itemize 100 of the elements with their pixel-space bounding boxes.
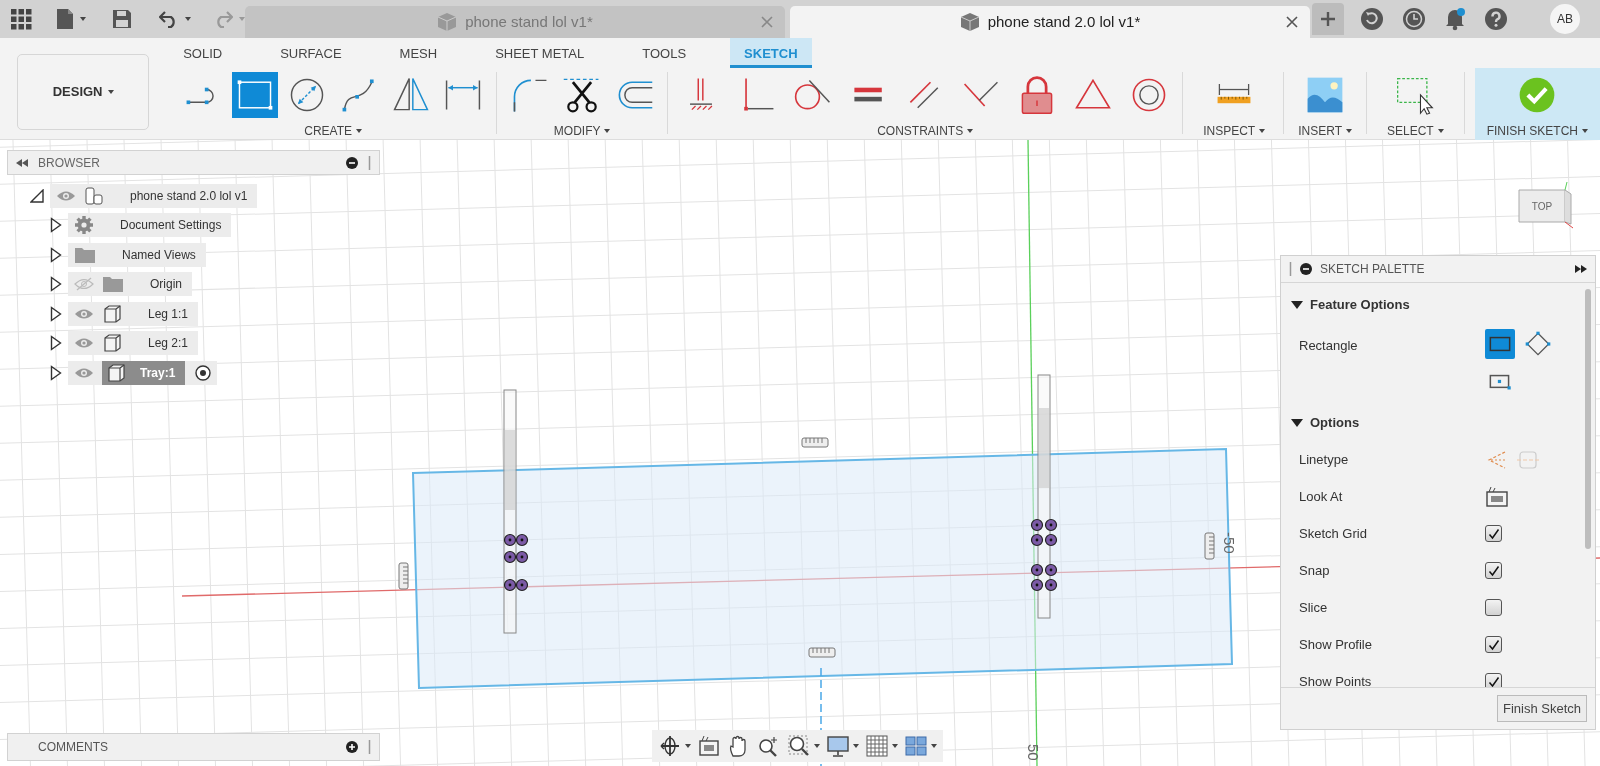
sketch-point[interactable]	[503, 550, 517, 564]
axis-label: -50	[1221, 532, 1238, 554]
expand-triangle-icon[interactable]	[50, 276, 62, 293]
look-at-icon[interactable]	[1485, 485, 1509, 508]
clock-icon[interactable]	[1402, 7, 1426, 31]
workspace-menu-button[interactable]: DESIGN	[17, 54, 150, 130]
minus-circle-icon[interactable]	[346, 156, 358, 169]
monitor-icon[interactable]	[826, 734, 850, 758]
option-label: Show Profile	[1299, 635, 1373, 654]
sketch-point[interactable]	[503, 533, 517, 547]
new-tab-button[interactable]	[1312, 3, 1344, 35]
sketch-point[interactable]	[1030, 533, 1044, 547]
grid-icon[interactable]	[865, 734, 889, 758]
active-target-icon[interactable]	[195, 364, 212, 381]
checkbox[interactable]	[1485, 562, 1502, 579]
finish-sketch-button[interactable]: Finish Sketch	[1496, 694, 1587, 723]
tree-item-label: Origin	[149, 276, 183, 294]
sketch-point[interactable]	[1044, 533, 1058, 547]
expand-triangle-icon[interactable]	[50, 246, 62, 263]
scrollbar-thumb[interactable]	[1585, 289, 1591, 549]
close-icon[interactable]	[1286, 16, 1298, 28]
sketch-point[interactable]	[503, 578, 517, 592]
checkbox[interactable]	[1485, 525, 1502, 542]
plus-icon	[1320, 11, 1336, 27]
expand-triangle-icon[interactable]	[50, 364, 62, 381]
group-menu-button[interactable]: FINISH SKETCH	[1486, 122, 1588, 140]
tree-item[interactable]: Origin	[68, 272, 192, 297]
checkbox[interactable]	[1485, 673, 1502, 687]
look-at-icon[interactable]	[697, 734, 721, 758]
tree-item-label: Tray:1	[130, 360, 186, 385]
tree-item[interactable]: Leg 2:1	[68, 331, 199, 356]
tree-item[interactable]: Named Views	[68, 242, 206, 267]
caret-icon	[604, 129, 611, 133]
constraint-glyph[interactable]	[801, 437, 829, 448]
sketch-point[interactable]	[515, 550, 529, 564]
document-tab[interactable]: phone stand 2.0 lol v1*	[790, 6, 1310, 38]
ribbon-tab[interactable]: TOOLS	[628, 38, 701, 68]
collapse-panel-icon[interactable]	[16, 158, 28, 167]
sketch-point[interactable]	[1044, 578, 1058, 592]
constraint-glyph[interactable]	[398, 562, 409, 590]
sketch-point[interactable]	[515, 533, 529, 547]
viewports-icon[interactable]	[904, 734, 928, 758]
collapse-caret-icon[interactable]	[1291, 418, 1303, 428]
caret-icon	[892, 744, 898, 748]
orbit-icon[interactable]	[658, 734, 682, 758]
sketch-point[interactable]	[1030, 578, 1044, 592]
axis-label: 50	[1025, 744, 1042, 761]
gear-icon	[74, 215, 94, 236]
checkbox[interactable]	[1485, 636, 1502, 653]
plus-circle-icon[interactable]	[346, 741, 358, 753]
sketch-point[interactable]	[1030, 518, 1044, 532]
minus-circle-icon[interactable]	[1300, 263, 1312, 275]
zoom-window-icon[interactable]	[787, 734, 811, 758]
rectangle-icon[interactable]	[1485, 329, 1515, 359]
bell-icon[interactable]	[1444, 7, 1466, 31]
group-menu-button[interactable]: MODIFY	[553, 122, 611, 140]
caret-icon	[184, 17, 191, 21]
tree-item[interactable]: phone stand 2.0 lol v1	[50, 183, 258, 208]
sketch-point[interactable]	[515, 578, 529, 592]
file-icon[interactable]	[55, 8, 74, 30]
rectangle-icon[interactable]	[232, 72, 279, 118]
group-menu-button[interactable]: CONSTRAINTS	[877, 122, 974, 140]
apps-grid-icon[interactable]	[10, 8, 32, 30]
expanded-triangle-icon[interactable]	[30, 188, 44, 203]
expand-triangle-icon[interactable]	[50, 217, 62, 234]
help-icon[interactable]	[1484, 7, 1508, 31]
caret-icon	[931, 744, 937, 748]
sketch-point[interactable]	[1030, 563, 1044, 577]
tree-item-label: Leg 2:1	[147, 335, 190, 353]
tab-title: phone stand lol v1*	[465, 11, 593, 32]
ribbon-tab[interactable]: SURFACE	[266, 38, 356, 68]
expand-triangle-icon[interactable]	[50, 305, 62, 322]
ribbon-tab[interactable]: SHEET METAL	[481, 38, 599, 68]
constraint-glyph[interactable]	[1204, 532, 1215, 560]
caret-icon	[107, 90, 114, 94]
resize-handle-icon[interactable]	[368, 155, 371, 170]
expand-panel-icon[interactable]	[1575, 265, 1587, 273]
group-menu-button[interactable]: SELECT	[1386, 122, 1444, 140]
collapse-caret-icon[interactable]	[1291, 300, 1303, 310]
ribbon-tab[interactable]: SOLID	[169, 38, 237, 68]
refresh-circle-icon[interactable]	[1360, 7, 1384, 31]
group-menu-button[interactable]: CREATE	[304, 122, 363, 140]
resize-handle-icon[interactable]	[1289, 262, 1292, 276]
user-avatar[interactable]: AB	[1550, 4, 1580, 34]
resize-handle-icon[interactable]	[368, 740, 371, 754]
sketch-point[interactable]	[1044, 563, 1058, 577]
expand-triangle-icon[interactable]	[50, 335, 62, 352]
tree-item[interactable]: Document Settings	[68, 213, 232, 238]
checkbox[interactable]	[1485, 599, 1502, 616]
tree-item[interactable]: Leg 1:1	[68, 301, 199, 326]
option-label: Rectangle	[1299, 337, 1359, 355]
group-menu-button[interactable]: INSPECT	[1203, 122, 1266, 140]
tree-item-label: Named Views	[121, 246, 197, 264]
group-menu-button[interactable]: INSERT	[1298, 122, 1352, 140]
constraint-glyph[interactable]	[808, 647, 836, 658]
ribbon-tab[interactable]: MESH	[385, 38, 452, 68]
tree-item-label: phone stand 2.0 lol v1	[129, 187, 249, 205]
save-icon[interactable]	[112, 9, 133, 29]
sketch-point[interactable]	[1044, 518, 1058, 532]
folder-icon	[74, 245, 96, 264]
